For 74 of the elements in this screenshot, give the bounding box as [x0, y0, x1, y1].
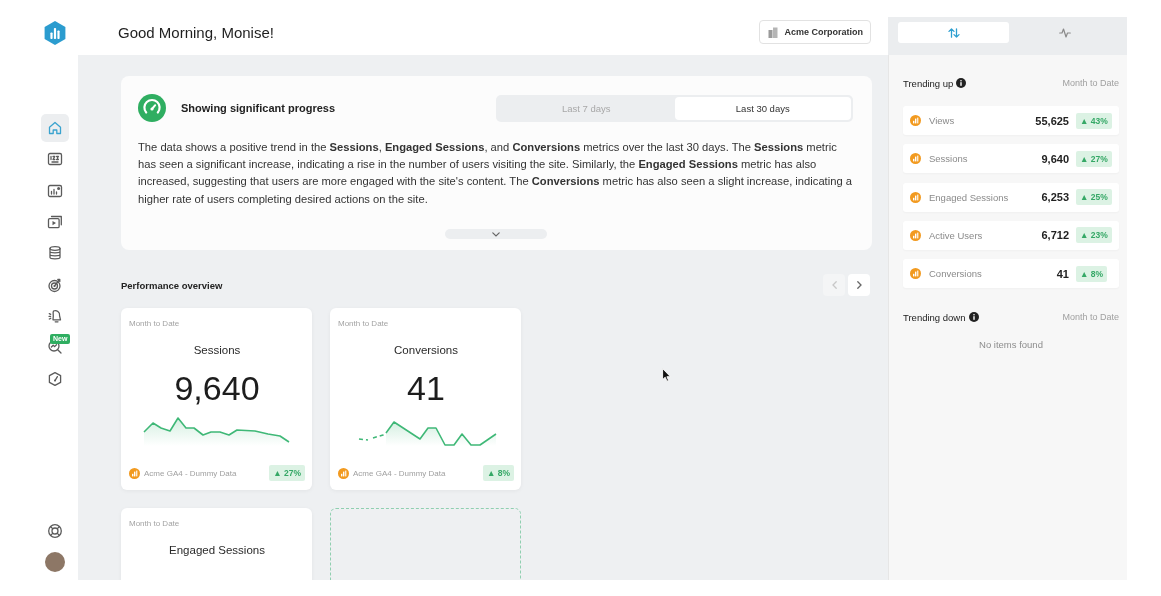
workspace-button[interactable]: Acme Corporation	[759, 20, 871, 44]
bar-chart-icon	[910, 153, 921, 165]
metric-value: 6,712	[1041, 229, 1069, 242]
bar-chart-icon	[338, 467, 349, 479]
trending-down-title: Trending down	[903, 311, 966, 323]
chevron-right-icon	[856, 281, 862, 289]
trend-row[interactable]: Conversions 41 ▲ 8%	[903, 259, 1119, 289]
bar-chart-icon	[910, 191, 921, 203]
change-badge: ▲ 23%	[1076, 227, 1112, 244]
target-icon	[47, 276, 63, 293]
video-icon	[47, 214, 63, 230]
metric-card[interactable]: Month to Date Engaged Sessions	[121, 508, 312, 580]
chart-image-icon	[47, 182, 63, 199]
data-source: Acme GA4 - Dummy Data	[353, 468, 446, 478]
metric-value: 41	[1056, 267, 1069, 280]
insight-text: The data shows a positive trend in the Sessions, Engaged Sessions, and Conversions metrics over the last 30 days. The Sessions metric has seen a significant increase, indicating a rise in the number of users visiting the site. Similarly, the Engaged Sessions metric has also increased, suggesting that users are more engaged with the site's content. The Conversions metric has also seen a slight increase, indicating a higher rate of users completing desired actions on the site.	[138, 140, 853, 207]
data-source: Acme GA4 - Dummy Data	[144, 468, 237, 478]
section-title: Performance overview	[121, 279, 223, 291]
bar-chart-icon	[910, 229, 921, 241]
card-period: Month to Date	[129, 319, 181, 329]
change-badge: ▲ 27%	[1076, 150, 1112, 167]
card-period: Month to Date	[338, 319, 390, 329]
gauge-icon	[47, 370, 63, 387]
metric-card[interactable]: Month to Date Conversions 41 Acme GA4 - Dummy Data ▲ 8%	[330, 308, 521, 490]
trend-period: Month to Date	[1062, 312, 1119, 323]
info-icon[interactable]	[956, 78, 967, 88]
card-period: Month to Date	[129, 519, 181, 529]
metric-label: Views	[929, 115, 955, 126]
metric-card[interactable]: Month to Date Sessions 9,640 Acme GA4 - Dummy Data ▲ 27%	[121, 308, 312, 490]
chevron-left-icon	[831, 281, 837, 289]
empty-message: No items found	[978, 339, 1044, 351]
metric-label: Conversions	[929, 268, 982, 280]
speedometer-icon	[138, 94, 166, 122]
card-title: Conversions	[393, 343, 459, 357]
home-icon	[47, 120, 63, 136]
metric-label: Active Users	[929, 229, 983, 241]
period-tab[interactable]: Last 30 days	[674, 96, 851, 120]
hexagon-logo-icon[interactable]	[44, 21, 66, 45]
bell-icon	[47, 307, 63, 324]
building-icon	[768, 26, 779, 38]
database-icon	[47, 245, 63, 262]
bar-chart-icon	[129, 467, 140, 479]
metric-label: Sessions	[929, 153, 968, 165]
bar-chart-icon	[910, 268, 921, 280]
insight-title: Showing significant progress	[181, 102, 336, 114]
trending-up-title: Trending up	[903, 77, 954, 89]
sort-arrows-icon	[947, 27, 960, 38]
metric-value: 55,625	[1035, 114, 1069, 127]
card-title: Sessions	[192, 343, 242, 357]
change-badge: ▲ 27%	[269, 465, 305, 481]
greeting-title: Good Morning, Monise!	[118, 23, 274, 41]
metric-label: Engaged Sessions	[929, 191, 1009, 203]
trend-row[interactable]: Active Users 6,712 ▲ 23%	[903, 220, 1119, 250]
number-card-icon	[47, 151, 63, 168]
mouse-cursor-icon	[662, 368, 671, 382]
metric-value: 9,640	[1041, 152, 1069, 165]
metric-value: 6,253	[1041, 191, 1069, 204]
card-title: Engaged Sessions	[168, 543, 266, 557]
trend-period: Month to Date	[1062, 78, 1119, 88]
trend-row[interactable]: Sessions 9,640 ▲ 27%	[903, 144, 1119, 174]
info-icon[interactable]	[968, 312, 979, 323]
trend-row[interactable]: Engaged Sessions 6,253 ▲ 25%	[903, 182, 1119, 212]
change-badge: ▲ 43%	[1076, 112, 1112, 129]
lifebuoy-icon	[47, 523, 63, 539]
bar-chart-icon	[910, 115, 921, 126]
user-avatar[interactable]	[45, 552, 65, 572]
trend-row[interactable]: Views 55,625 ▲ 43%	[903, 106, 1119, 135]
pulse-icon	[1058, 27, 1071, 38]
chevron-down-icon	[491, 231, 500, 237]
change-badge: ▲ 25%	[1076, 189, 1112, 206]
change-badge: ▲ 8%	[1076, 265, 1108, 282]
change-badge: ▲ 8%	[482, 465, 514, 481]
metric-value: 41	[406, 369, 446, 407]
metric-value: 9,640	[173, 369, 261, 407]
